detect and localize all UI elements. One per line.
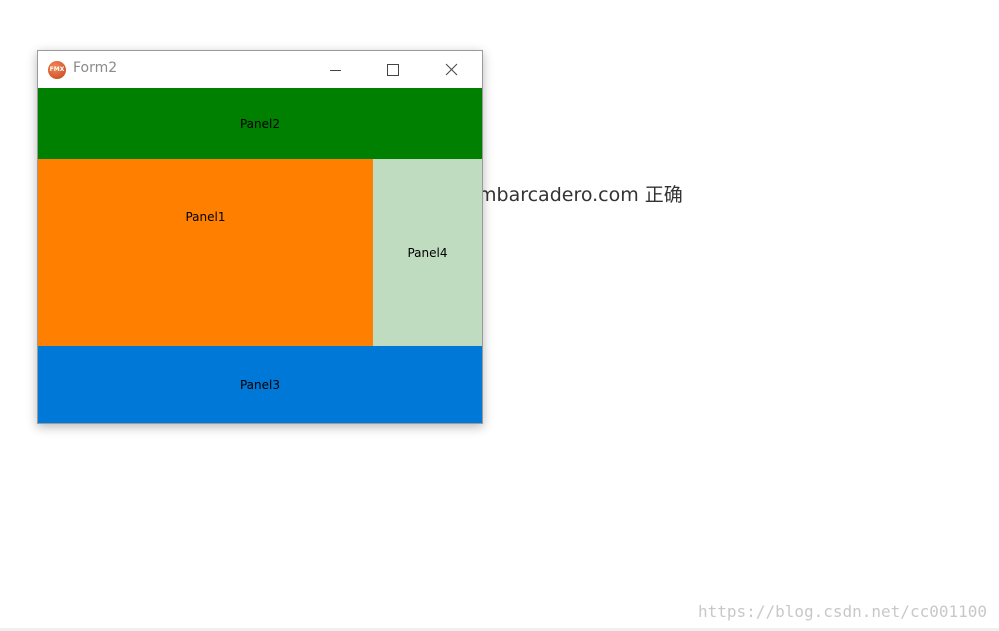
- panel3[interactable]: Panel3: [38, 346, 482, 423]
- minimize-icon: [330, 70, 341, 71]
- panel4[interactable]: Panel4: [373, 159, 482, 346]
- maximize-button[interactable]: [364, 51, 422, 88]
- form2-window: FMX Form2 Panel2 Panel1 Panel4 Panel3: [37, 50, 483, 424]
- panel3-label: Panel3: [239, 377, 280, 392]
- close-icon: [445, 63, 458, 76]
- panel2[interactable]: Panel2: [38, 88, 482, 159]
- close-button[interactable]: [422, 51, 482, 88]
- panel1-label: Panel1: [185, 210, 226, 224]
- panel4-label: Panel4: [407, 245, 448, 260]
- minimize-button[interactable]: [306, 51, 364, 88]
- maximize-icon: [387, 64, 399, 76]
- title-bar[interactable]: FMX Form2: [38, 51, 482, 88]
- panel1[interactable]: Panel1: [38, 159, 373, 346]
- window-title: Form2: [73, 60, 118, 76]
- fmx-app-icon[interactable]: FMX: [48, 61, 66, 79]
- watermark-url: https://blog.csdn.net/cc001100: [698, 602, 987, 621]
- panel2-label: Panel2: [239, 116, 280, 131]
- desktop-background: mbarcadero.com 正确 https://blog.csdn.net/…: [0, 0, 999, 631]
- background-text: mbarcadero.com 正确: [478, 184, 683, 206]
